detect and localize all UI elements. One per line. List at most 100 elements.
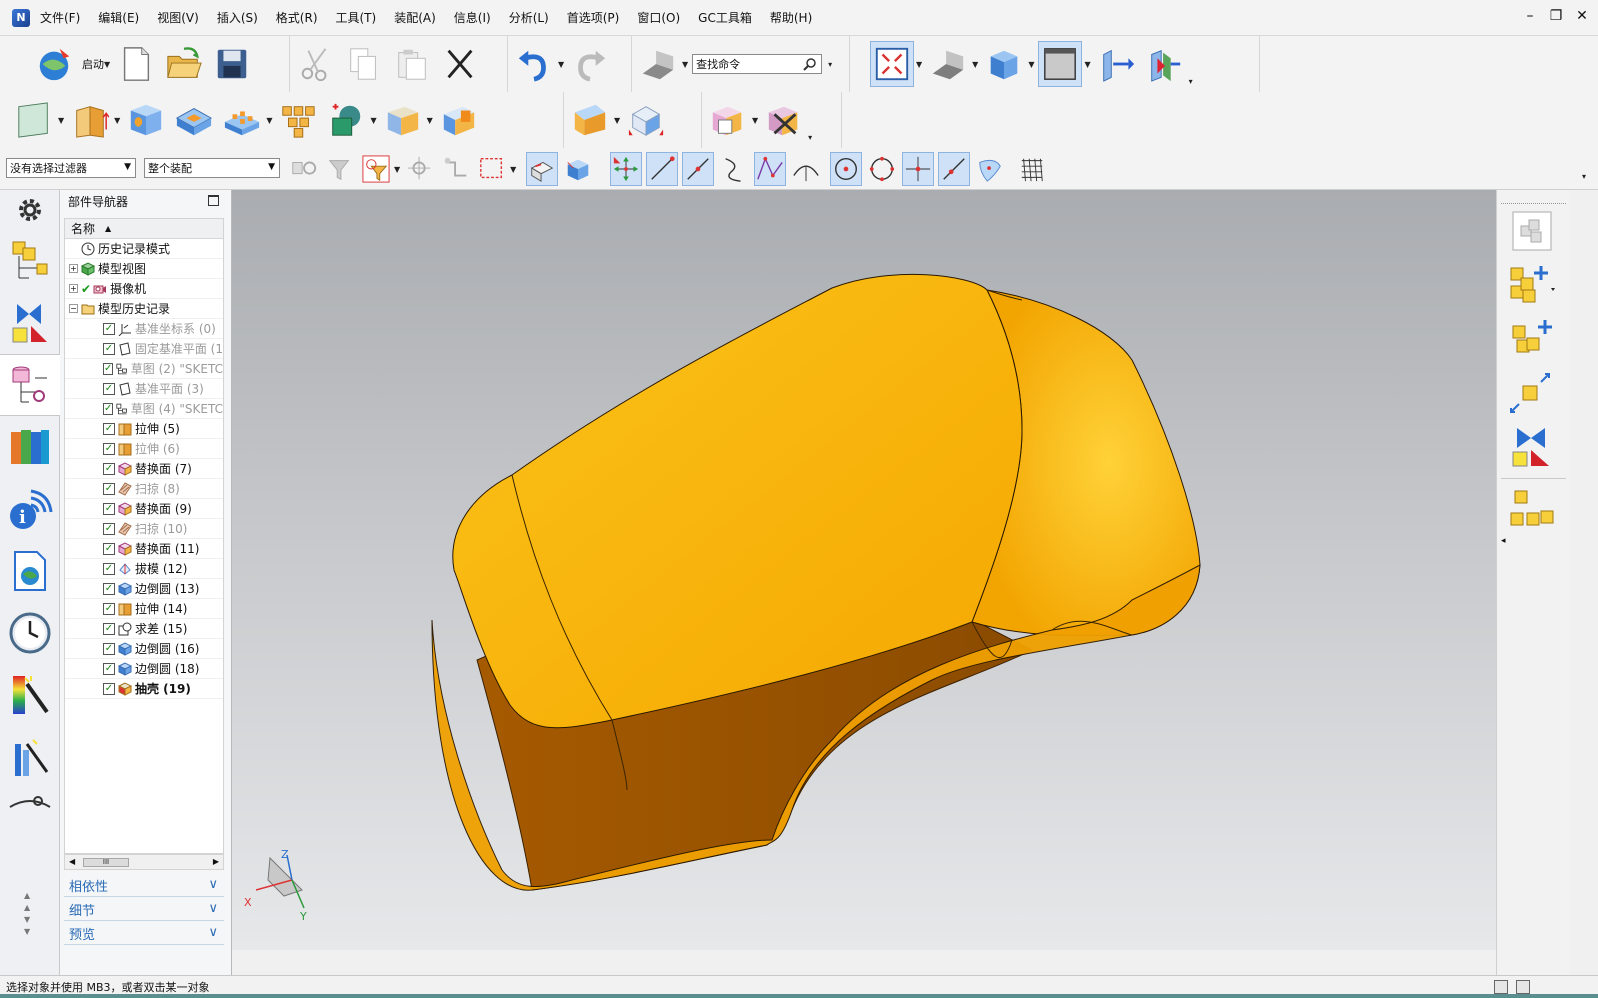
quadrant-point-button[interactable] [830, 152, 863, 186]
select-bodies-button[interactable] [562, 152, 594, 186]
status-grid-icon[interactable] [1494, 980, 1508, 994]
scroll-right-icon[interactable]: ▶ [213, 857, 219, 866]
select-faces-button[interactable] [526, 152, 559, 186]
tree-node-sweep-10[interactable]: ✓ 扫掠 (10) [65, 519, 223, 539]
add-component-button[interactable] [1497, 258, 1567, 312]
visibility-checkbox[interactable]: ✓ [103, 582, 115, 595]
delete-button[interactable] [438, 41, 482, 87]
tree-node-shell-19[interactable]: ✓ 抽壳 (19) [65, 679, 223, 699]
close-icon[interactable]: ✕ [1574, 8, 1590, 24]
tree-node-edge-blend-16[interactable]: ✓ 边倒圆 (16) [65, 639, 223, 659]
chevron-down-icon[interactable]: ▾ [1582, 172, 1586, 181]
undo-button[interactable] [512, 41, 556, 87]
assembly-constraints-button[interactable] [1497, 420, 1567, 474]
process-studio-tab[interactable] [0, 726, 60, 788]
visibility-checkbox[interactable]: ✓ [103, 562, 115, 575]
new-file-button[interactable] [114, 41, 158, 87]
feature-filter-button[interactable] [360, 152, 392, 186]
tree-node-replace-face-7[interactable]: ✓ 替换面 (7) [65, 459, 223, 479]
assembly-navigator-tab[interactable] [0, 230, 60, 292]
chevron-down-icon[interactable]: ▾ [828, 60, 832, 69]
orient-view-button[interactable] [982, 41, 1026, 87]
visibility-checkbox[interactable]: ✓ [103, 602, 115, 615]
preview-section[interactable]: 预览 ∨ [64, 923, 224, 945]
chevron-down-icon[interactable]: ▼ [58, 116, 64, 125]
open-file-button[interactable] [162, 41, 206, 87]
tree-node-sweep-8[interactable]: ✓ 扫掠 (8) [65, 479, 223, 499]
chevron-down-icon[interactable]: ▼ [427, 116, 433, 125]
background-button[interactable] [1038, 41, 1083, 87]
mid-point-button[interactable] [682, 152, 715, 186]
visibility-checkbox[interactable]: ✓ [103, 402, 114, 415]
menu-file[interactable]: 文件(F) [40, 9, 80, 26]
point-on-surface-button[interactable] [974, 152, 1006, 186]
menu-assembly[interactable]: 装配(A) [394, 9, 436, 26]
graphics-window[interactable]: Z X Y [232, 190, 1496, 950]
chevron-down-icon[interactable]: ▾ [808, 133, 812, 142]
intersection-point-button[interactable] [754, 152, 787, 186]
visibility-checkbox[interactable]: ✓ [103, 362, 114, 375]
resource-bar-scroll[interactable]: ▲ ▲ ▼ ▼ [24, 890, 30, 938]
tree-node-extrude-14[interactable]: ✓ 拉伸 (14) [65, 599, 223, 619]
edge-blend-button[interactable] [624, 97, 668, 143]
menu-edit[interactable]: 编辑(E) [98, 9, 139, 26]
menu-preferences[interactable]: 首选项(P) [567, 9, 620, 26]
chevron-down-icon[interactable]: ▼ [394, 165, 400, 174]
extrude-button[interactable] [68, 97, 112, 143]
roles-tab[interactable] [0, 788, 60, 818]
explosion-view-button[interactable] [1497, 483, 1567, 537]
assembly-navigator-button[interactable] [1497, 204, 1567, 258]
tree-node-fixed-datum-plane[interactable]: ✓ 固定基准平面 (1 [65, 339, 223, 359]
launch-button[interactable] [32, 41, 76, 87]
end-point-button[interactable] [646, 152, 679, 186]
status-window-icon[interactable] [1516, 980, 1530, 994]
menu-analysis[interactable]: 分析(L) [509, 9, 549, 26]
expand-icon[interactable]: + [69, 284, 78, 293]
tree-node-datum-csys[interactable]: ✓ 基准坐标系 (0) [65, 319, 223, 339]
tree-node-extrude-5[interactable]: ✓ 拉伸 (5) [65, 419, 223, 439]
collapse-icon[interactable]: − [69, 304, 78, 313]
menu-gc-toolbox[interactable]: GC工具箱 [698, 9, 752, 26]
visibility-checkbox[interactable]: ✓ [103, 422, 115, 435]
arc-center-button[interactable] [790, 152, 822, 186]
edit-section-button[interactable] [1143, 41, 1187, 87]
launch-label[interactable]: 启动 [82, 56, 104, 72]
nx-app-icon[interactable]: N [12, 8, 30, 27]
visibility-checkbox[interactable]: ✓ [103, 442, 115, 455]
chevron-down-icon[interactable]: ▼ [510, 165, 516, 174]
chevron-down-icon[interactable]: ▼ [1084, 60, 1090, 69]
minimize-icon[interactable]: – [1522, 8, 1538, 24]
tree-node-replace-face-9[interactable]: ✓ 替换面 (9) [65, 499, 223, 519]
visibility-checkbox[interactable]: ✓ [103, 522, 115, 535]
visibility-checkbox[interactable]: ✓ [103, 482, 115, 495]
visibility-checkbox[interactable]: ✓ [103, 462, 115, 475]
command-finder-input[interactable]: 查找命令 [692, 54, 823, 74]
offset-face-button[interactable] [437, 97, 481, 143]
fit-view-button[interactable] [870, 41, 914, 87]
replace-face-button[interactable] [706, 97, 750, 143]
tree-node-extrude-6[interactable]: ✓ 拉伸 (6) [65, 439, 223, 459]
reset-filter-button[interactable] [324, 152, 356, 186]
tree-node-cameras[interactable]: + ✔ 摄像机 [65, 279, 223, 299]
search-icon[interactable] [803, 57, 817, 71]
tree-node-sketch-4[interactable]: ✓ 草图 (4) "SKETC [65, 399, 223, 419]
control-point-button[interactable] [718, 152, 750, 186]
dependencies-section[interactable]: 相依性 ∨ [64, 875, 224, 897]
chevron-down-icon[interactable]: ▼ [916, 60, 922, 69]
system-materials-tab[interactable] [0, 664, 60, 726]
chevron-down-icon[interactable]: ▼ [370, 116, 376, 125]
chevron-down-icon[interactable]: ▼ [682, 60, 688, 69]
tree-node-datum-plane-3[interactable]: ✓ 基准平面 (3) [65, 379, 223, 399]
delete-face-button[interactable] [762, 97, 806, 143]
model-display-button[interactable] [636, 41, 680, 87]
pocket-button[interactable] [172, 97, 216, 143]
point-on-curve-button[interactable] [938, 152, 971, 186]
menu-format[interactable]: 格式(R) [276, 9, 318, 26]
new-component-button[interactable] [1497, 312, 1567, 366]
model-view[interactable]: Z X Y [232, 190, 1496, 950]
grid-button[interactable] [1016, 152, 1048, 186]
web-browser-tab[interactable] [0, 540, 60, 602]
tree-node-subtract-15[interactable]: ✓ 求差 (15) [65, 619, 223, 639]
select-path-button[interactable] [440, 152, 472, 186]
box-select-button[interactable] [476, 152, 508, 186]
